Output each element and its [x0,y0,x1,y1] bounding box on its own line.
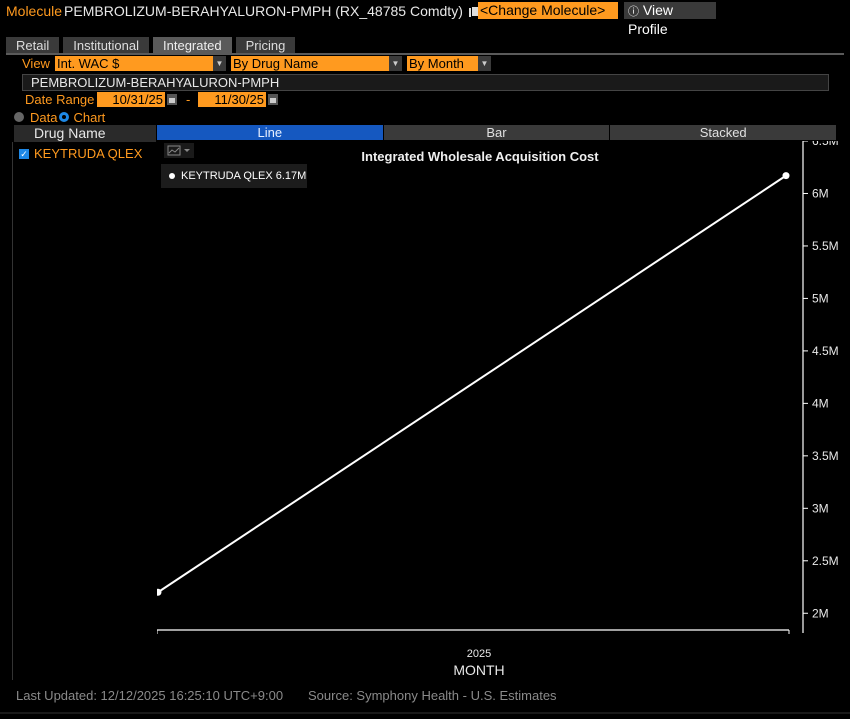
x-axis-label: MONTH [453,662,504,678]
tab-institutional[interactable]: Institutional [63,37,150,54]
bottom-divider [0,712,850,714]
legend-marker [169,173,175,180]
y-tick-label: 2.5M [812,554,839,568]
tab-stacked[interactable]: Stacked [610,125,837,140]
data-point [782,172,790,180]
legend-entry: KEYTRUDA QLEX 6.17M [181,170,307,182]
line-chart-icon [167,145,190,156]
tab-integrated[interactable]: Integrated [153,37,232,54]
display-mode-radios: Data Chart [14,109,105,125]
y-tick-label: 4.5M [812,344,839,358]
drug-label: KEYTRUDA QLEX [34,146,143,161]
y-tick-label: 2M [812,606,829,620]
tab-bar: Retail Institutional Integrated Pricing [6,37,299,54]
y-tick-label: 5.5M [812,239,839,253]
radio-data-label: Data [30,109,58,125]
y-tick-label: 3M [812,501,829,515]
info-icon: ⓘ [628,6,639,18]
last-updated: Last Updated: 12/12/2025 16:25:10 UTC+9:… [16,688,284,703]
group-dropdown[interactable]: By Drug Name ▼ [231,56,402,71]
tab-bar[interactable]: Bar [383,125,610,140]
date-end-input[interactable]: 11/30/25 [198,92,266,107]
y-tick-label: 4M [812,396,829,410]
data-source: Source: Symphony Health - U.S. Estimates [308,688,557,703]
list-item[interactable]: ✓ KEYTRUDA QLEX [19,146,142,161]
chart-title: Integrated Wholesale Acquisition Cost [361,149,599,164]
y-tick-label: 6.5M [812,141,839,148]
chevron-down-icon[interactable]: ▼ [213,56,226,71]
footer: Last Updated: 12/12/2025 16:25:10 UTC+9:… [0,686,850,706]
date-separator: - [186,92,191,107]
series-line-keytruda-qlex [157,174,787,594]
line-chart: 2M 2.5M 3M 3.5M 4M 4.5M 5M 5.5M 6M 6.5M 2025 MONTH [157,141,839,678]
chart-type-selector[interactable] [164,143,194,158]
checkbox-keytruda-qlex[interactable]: ✓ [19,148,29,159]
view-row: View [22,55,50,71]
view-profile-button[interactable]: ⓘ View Profile [624,2,716,37]
period-dropdown-value: By Month [409,56,464,71]
drug-name-header: Drug Name [14,125,156,142]
period-dropdown[interactable]: By Month ▼ [407,56,491,71]
molecule-name-box: PEMBROLIZUM-BERAHYALURON-PMPH [22,74,829,91]
change-molecule-button[interactable]: <Change Molecule> [478,2,618,19]
y-tick-label: 5M [812,291,829,305]
view-dropdown[interactable]: Int. WAC $ ▼ [55,56,226,71]
radio-chart-label: Chart [73,109,106,125]
molecule-name: PEMBROLIZUM-BERAHYALURON-PMPH (RX_48785 … [64,3,463,19]
tab-retail[interactable]: Retail [6,37,60,54]
header-bar: Molecule PEMBROLIZUM-BERAHYALURON-PMPH (… [0,0,850,22]
y-tick-label: 3.5M [812,449,839,463]
group-dropdown-value: By Drug Name [233,56,319,71]
copy-icon[interactable] [468,5,480,17]
chevron-down-icon[interactable]: ▼ [389,56,402,71]
view-label: View [22,55,50,71]
radio-chart[interactable] [59,112,70,122]
tab-divider [6,53,844,55]
radio-data[interactable] [14,112,24,122]
view-dropdown-value: Int. WAC $ [57,56,120,71]
chevron-down-icon[interactable]: ▼ [478,56,491,71]
tab-line[interactable]: Line [157,125,383,140]
calendar-icon[interactable] [268,94,278,105]
date-start-input[interactable]: 10/31/25 [97,92,165,107]
date-range-label: Date Range [25,92,95,107]
x-tick-label: 2025 [467,648,491,660]
chart-legend: KEYTRUDA QLEX 6.17M [161,164,307,188]
drug-list: ✓ KEYTRUDA QLEX [12,142,156,680]
molecule-label: Molecule [6,3,63,19]
tab-pricing[interactable]: Pricing [235,37,296,54]
chart-type-tabs: Line Bar Stacked [157,125,837,140]
calendar-icon[interactable] [167,94,177,105]
y-tick-label: 6M [812,186,829,200]
